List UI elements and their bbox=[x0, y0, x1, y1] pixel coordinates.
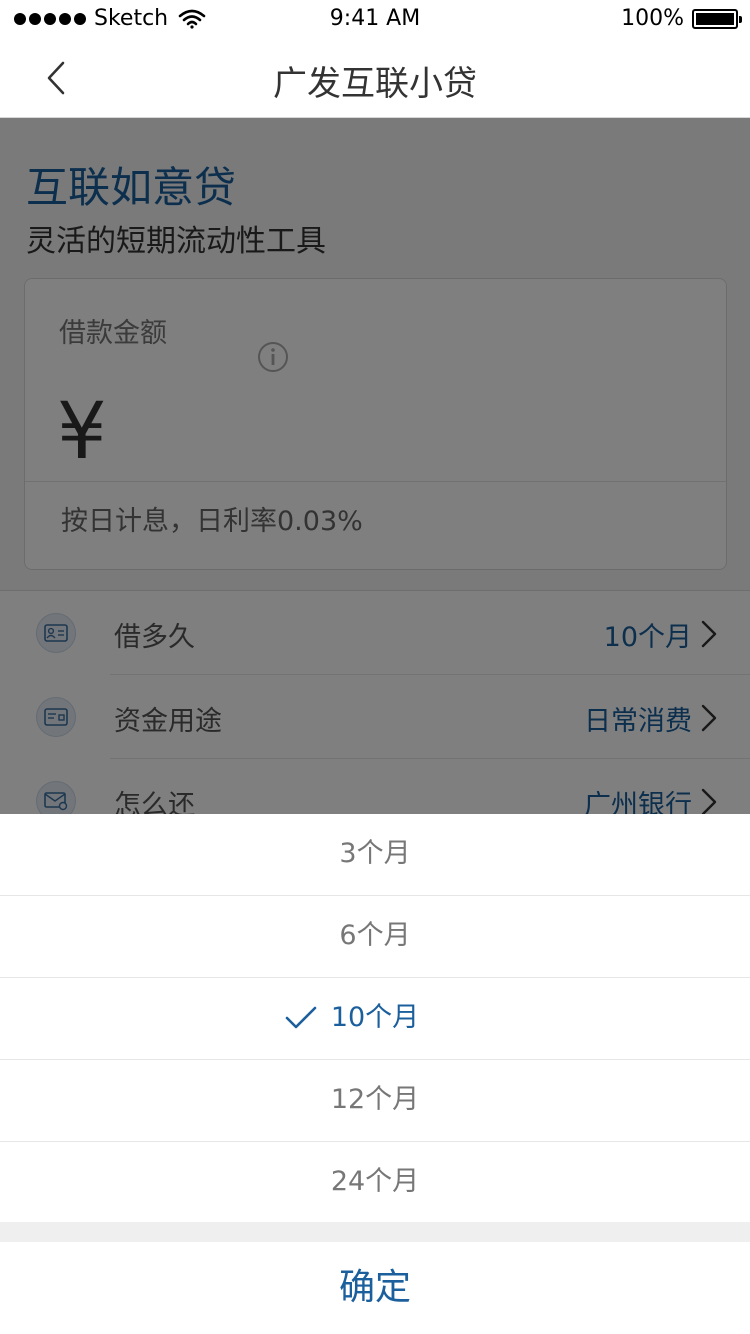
confirm-button[interactable]: 确定 bbox=[0, 1242, 750, 1334]
picker-option-label: 10个月 bbox=[330, 1002, 420, 1033]
picker-option-selected[interactable]: 10个月 bbox=[0, 978, 750, 1060]
picker-option[interactable]: 6个月 bbox=[0, 896, 750, 978]
picker-option[interactable]: 3个月 bbox=[0, 814, 750, 896]
status-right: 100% bbox=[621, 6, 742, 31]
page-title: 广发互联小贷 bbox=[273, 64, 477, 104]
battery-percent: 100% bbox=[621, 6, 684, 31]
picker-option[interactable]: 12个月 bbox=[0, 1060, 750, 1142]
divider bbox=[0, 1222, 750, 1242]
checkmark-icon bbox=[285, 1006, 317, 1029]
duration-picker-sheet: 3个月 6个月 10个月 12个月 24个月 确定 bbox=[0, 814, 750, 1334]
battery-icon bbox=[692, 8, 742, 29]
nav-bar: 广发互联小贷 bbox=[0, 40, 750, 118]
status-bar: Sketch 9:41 AM 100% bbox=[0, 0, 750, 40]
picker-option[interactable]: 24个月 bbox=[0, 1142, 750, 1224]
modal-overlay[interactable] bbox=[0, 118, 750, 814]
